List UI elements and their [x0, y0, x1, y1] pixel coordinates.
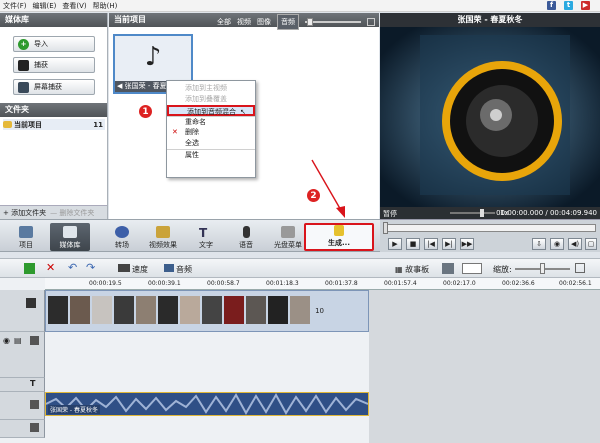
ruler-tick-4: 00:01:18.3 — [266, 280, 299, 287]
view-dropdown[interactable] — [462, 263, 482, 274]
timeline-toolbar: ✕ ↶ ↷ 速度 音频 ▦ 故事板 缩放: — [0, 258, 600, 278]
video-clip-strip[interactable]: 10 — [45, 290, 369, 332]
arrow-head-generate — [336, 206, 345, 218]
ruler-tick-2: 00:00:39.1 — [148, 280, 181, 287]
ruler-tick-8: 00:02:36.6 — [502, 280, 535, 287]
eye-icon[interactable]: ◉ — [3, 336, 10, 345]
lock-icon[interactable]: ▤ — [14, 336, 22, 345]
ruler-tick-9: 00:02:56.1 — [559, 280, 592, 287]
audio-track-header — [0, 392, 45, 420]
undo-icon[interactable]: ↶ — [68, 261, 77, 274]
redo-icon[interactable]: ↷ — [86, 261, 95, 274]
audio-track-icon — [30, 400, 39, 409]
zoom-fit-icon[interactable] — [575, 263, 585, 273]
delete-icon[interactable]: ✕ — [46, 261, 55, 274]
timeline-tracks: 00:00:19.5 00:00:39.1 00:00:58.7 00:01:1… — [0, 278, 600, 443]
voice-track-header — [0, 420, 45, 438]
storyboard-button[interactable]: ▦ 故事板 — [395, 264, 429, 275]
zoom-thumb[interactable] — [540, 263, 545, 274]
audio-clip-strip[interactable]: 张国荣 - 春夏秋冬 — [45, 392, 369, 416]
timeline-empty-area — [369, 290, 600, 443]
ruler-tick-3: 00:00:58.7 — [207, 280, 240, 287]
video-track-header — [0, 290, 45, 332]
arrow-to-generate — [311, 159, 343, 213]
time-ruler: 00:00:19.5 00:00:39.1 00:00:58.7 00:01:1… — [45, 278, 600, 290]
ruler-tick-5: 00:01:37.8 — [325, 280, 358, 287]
audio-clip-name: 张国荣 - 春夏秋冬 — [48, 405, 100, 414]
speed-button[interactable]: 速度 — [118, 264, 148, 275]
overlay-track-header: ◉ ▤ — [0, 332, 45, 378]
ruler-tick-7: 00:02:17.0 — [443, 280, 476, 287]
ruler-tick-6: 00:01:57.4 — [384, 280, 417, 287]
overlay-track-icon — [30, 336, 39, 345]
camera-icon[interactable] — [442, 263, 454, 274]
text-track-icon: T — [30, 379, 36, 388]
video-track-icon — [26, 298, 36, 308]
speed-icon — [118, 264, 130, 272]
video-count: 10 — [315, 307, 324, 315]
ruler-tick-1: 00:00:19.5 — [89, 280, 122, 287]
voice-track-icon — [30, 423, 39, 432]
add-track-icon[interactable] — [24, 263, 35, 274]
text-track-header: T — [0, 378, 45, 392]
audio-wave-icon — [164, 264, 174, 272]
audio-button[interactable]: 音频 — [164, 264, 192, 275]
zoom-label: 缩放: — [493, 265, 512, 274]
